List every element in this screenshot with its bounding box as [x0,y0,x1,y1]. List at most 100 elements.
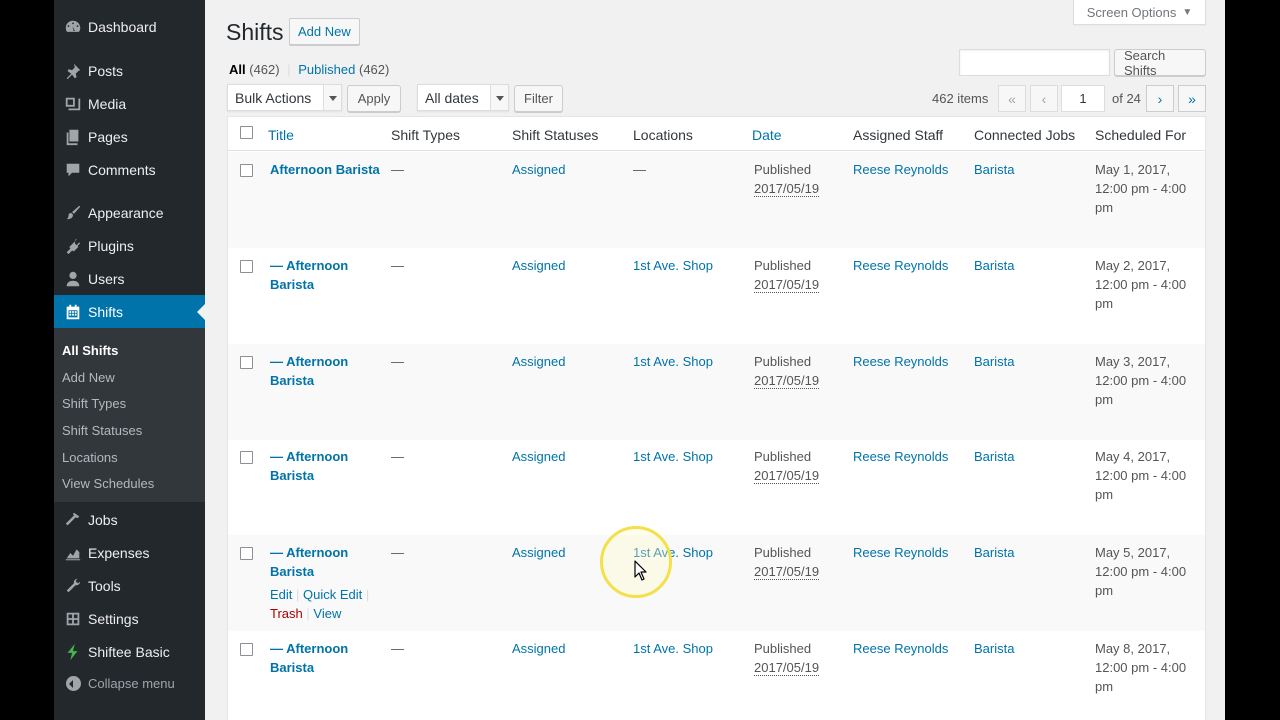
row-staff-link[interactable]: Reese Reynolds [853,639,948,658]
menu-plugins-label: Plugins [88,237,134,254]
column-date[interactable]: Date [752,127,782,143]
add-new-button[interactable]: Add New [289,18,360,45]
row-date-value: 2017/05/19 [754,277,820,293]
bulk-actions-select[interactable]: Bulk Actions [227,84,342,111]
prev-page-button[interactable]: ‹ [1030,85,1058,112]
filter-published-link[interactable]: Published [298,62,355,77]
menu-dashboard[interactable]: Dashboard [54,10,205,43]
submenu-shift-types[interactable]: Shift Types [54,390,205,417]
row-title-link[interactable]: — Afternoon Barista [270,639,365,677]
filter-all-count: (462) [249,62,280,77]
menu-plugins[interactable]: Plugins [54,229,205,262]
row-title-link[interactable]: — Afternoon Barista [270,352,365,390]
screen-options-label: Screen Options [1086,4,1177,20]
table-header: Title Shift Types Shift Statuses Locatio… [228,117,1205,151]
menu-shiftee-basic[interactable]: Shiftee Basic [54,635,205,668]
filter-button[interactable]: Filter [514,85,563,112]
caret-down-icon: ▼ [1182,6,1193,18]
row-staff-link[interactable]: Reese Reynolds [853,447,948,466]
row-title-link[interactable]: — Afternoon Barista [270,543,365,581]
row-action-view[interactable]: View [313,606,341,621]
row-status-link[interactable]: Assigned [512,256,565,275]
row-location-link[interactable]: 1st Ave. Shop [633,639,713,658]
row-status-link[interactable]: Assigned [512,352,565,371]
row-job-link[interactable]: Barista [974,447,1014,466]
row-action-edit[interactable]: Edit [270,587,292,602]
row-status-link[interactable]: Assigned [512,447,565,466]
row-checkbox[interactable] [240,260,253,273]
menu-posts[interactable]: Posts [54,54,205,87]
row-location-link[interactable]: 1st Ave. Shop [633,256,713,275]
brush-icon [54,204,88,222]
row-date: Published 2017/05/19 [754,639,820,677]
collapse-menu[interactable]: Collapse menu [54,667,205,700]
row-staff-link[interactable]: Reese Reynolds [853,160,948,179]
row-action-quick-edit[interactable]: Quick Edit [303,587,362,602]
menu-appearance[interactable]: Appearance [54,196,205,229]
bolt-icon [54,643,88,661]
submenu-locations[interactable]: Locations [54,444,205,471]
row-job-link[interactable]: Barista [974,543,1014,562]
filter-all-link[interactable]: All [229,62,246,77]
menu-jobs[interactable]: Jobs [54,503,205,536]
row-staff-link[interactable]: Reese Reynolds [853,352,948,371]
row-checkbox[interactable] [240,356,253,369]
row-checkbox[interactable] [240,547,253,560]
row-job-link[interactable]: Barista [974,639,1014,658]
menu-shiftee-basic-label: Shiftee Basic [88,643,170,660]
row-checkbox[interactable] [240,643,253,656]
dates-select[interactable]: All dates [417,84,509,111]
row-actions: Edit | Quick Edit | Trash | View [270,585,369,623]
row-title-link[interactable]: Afternoon Barista [270,160,380,179]
submenu-add-new[interactable]: Add New [54,364,205,391]
chevron-down-icon [490,85,508,110]
row-checkbox[interactable] [240,451,253,464]
collapse-icon [54,676,88,691]
menu-tools[interactable]: Tools [54,569,205,602]
menu-settings[interactable]: Settings [54,602,205,635]
current-page-input[interactable]: 1 [1061,85,1105,112]
last-page-button[interactable]: » [1178,85,1206,112]
row-checkbox[interactable] [240,164,253,177]
row-job-link[interactable]: Barista [974,256,1014,275]
row-location-link[interactable]: 1st Ave. Shop [633,447,713,466]
main-content: Screen Options ▼ Shifts Add New All (462… [205,0,1225,720]
row-shift-type: — [391,258,404,273]
row-staff-link[interactable]: Reese Reynolds [853,256,948,275]
row-job-link[interactable]: Barista [974,352,1014,371]
menu-posts-label: Posts [88,62,124,79]
row-job-link[interactable]: Barista [974,160,1014,179]
next-page-button[interactable]: › [1146,85,1174,112]
row-action-trash[interactable]: Trash [270,606,303,621]
row-status-link[interactable]: Assigned [512,639,565,658]
menu-media[interactable]: Media [54,87,205,120]
row-status-link[interactable]: Assigned [512,543,565,562]
screen-options-button[interactable]: Screen Options ▼ [1073,0,1206,25]
menu-pages[interactable]: Pages [54,120,205,153]
search-shifts-button[interactable]: Search Shifts [1114,48,1206,78]
table-row: — Afternoon Barista — Assigned 1st Ave. … [228,248,1205,344]
dates-select-value: All dates [425,89,479,106]
submenu-view-schedules[interactable]: View Schedules [54,470,205,497]
row-date-status: Published [754,545,812,560]
first-page-button[interactable]: « [998,85,1026,112]
hammer-icon [54,511,88,529]
row-title-link[interactable]: — Afternoon Barista [270,256,365,294]
row-title-link[interactable]: — Afternoon Barista [270,447,365,485]
row-status-link[interactable]: Assigned [512,160,565,179]
select-all-checkbox[interactable] [240,126,253,139]
apply-button[interactable]: Apply [347,85,401,112]
menu-comments[interactable]: Comments [54,153,205,186]
row-date-status: Published [754,258,812,273]
menu-users[interactable]: Users [54,262,205,295]
submenu-shift-statuses[interactable]: Shift Statuses [54,417,205,444]
search-input[interactable] [959,49,1110,76]
menu-shifts[interactable]: Shifts [54,295,205,328]
column-title[interactable]: Title [268,127,294,143]
mouse-cursor-icon [634,560,647,581]
row-shift-type: — [391,354,404,369]
menu-expenses[interactable]: Expenses [54,536,205,569]
submenu-all-shifts[interactable]: All Shifts [54,337,205,364]
row-staff-link[interactable]: Reese Reynolds [853,543,948,562]
row-location-link[interactable]: 1st Ave. Shop [633,352,713,371]
